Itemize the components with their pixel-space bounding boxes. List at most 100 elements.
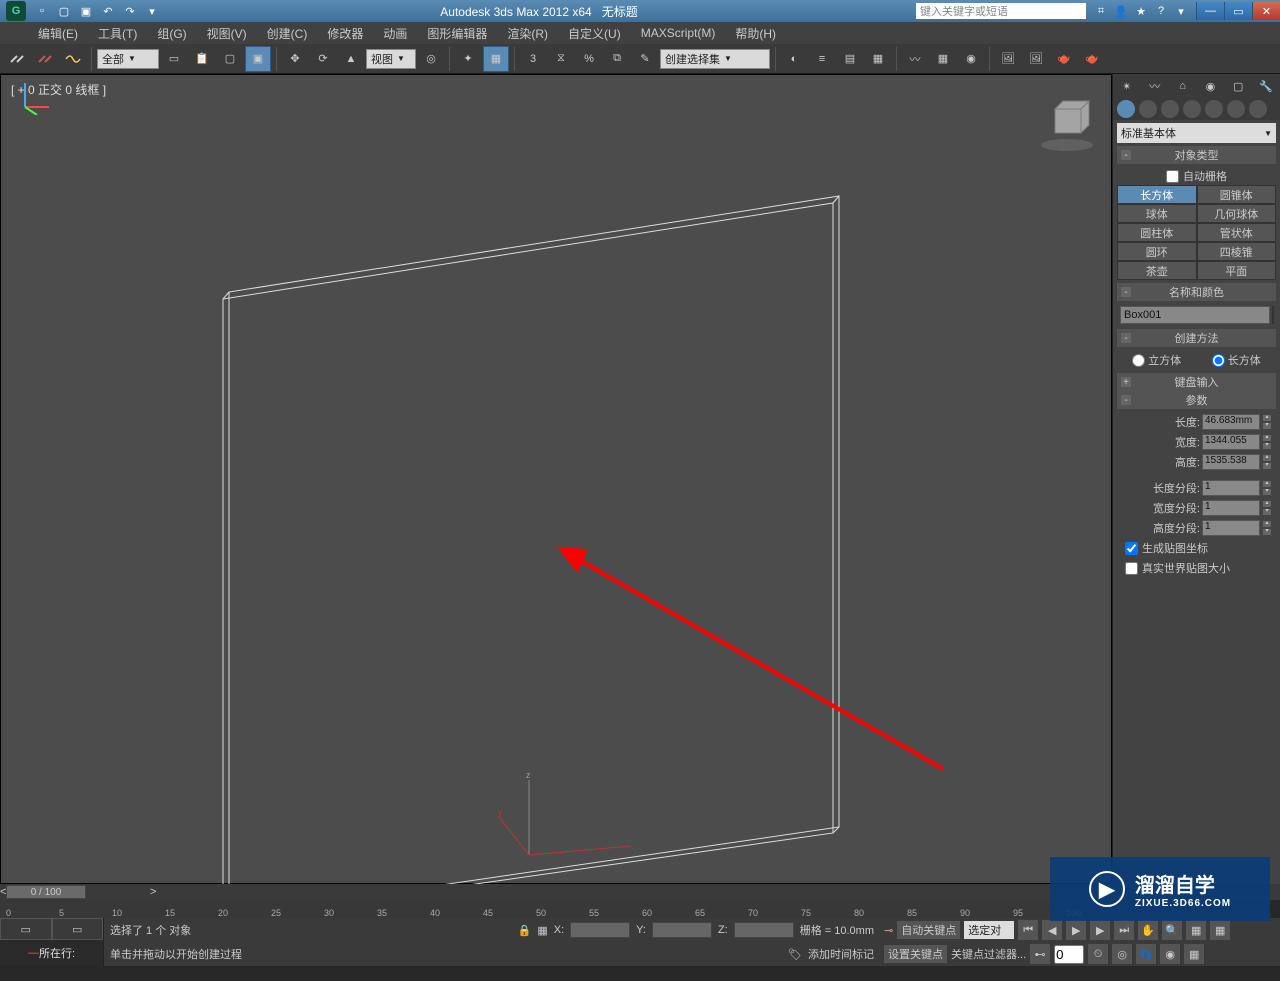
shapes-subtab-icon[interactable]	[1139, 100, 1157, 118]
graphite-icon[interactable]: ▦	[865, 46, 891, 72]
app-menu-icon[interactable]: G	[6, 1, 26, 21]
maximize-button[interactable]: ▭	[1224, 2, 1252, 20]
render-setup-icon[interactable]: 🖼	[995, 46, 1021, 72]
render-icon[interactable]: 🫖	[1051, 46, 1077, 72]
render-prod-icon[interactable]: 🫖	[1079, 46, 1105, 72]
curve-editor-icon[interactable]: 〰	[902, 46, 928, 72]
select-scale-icon[interactable]: ▲	[338, 46, 364, 72]
pivot-center-icon[interactable]: ◎	[418, 46, 444, 72]
qat-undo-icon[interactable]: ↶	[98, 2, 118, 20]
qat-new-icon[interactable]: ▫	[32, 2, 52, 20]
motion-tab-icon[interactable]: ◉	[1200, 76, 1220, 96]
viewcube[interactable]	[1037, 95, 1097, 155]
gen-mapping-checkbox[interactable]	[1125, 542, 1138, 555]
add-time-tag[interactable]: 添加时间标记	[808, 946, 874, 962]
helpers-subtab-icon[interactable]	[1205, 100, 1223, 118]
primitive-torus-button[interactable]: 圆环	[1117, 242, 1197, 261]
bind-space-warp-icon[interactable]	[60, 46, 86, 72]
keyboard-shortcut-icon[interactable]: ▦	[483, 46, 509, 72]
ref-coord-dropdown[interactable]: 视图▼	[366, 49, 416, 69]
nav-walk-icon[interactable]: 👣	[1136, 944, 1156, 964]
primitive-cone-button[interactable]: 圆锥体	[1197, 185, 1277, 204]
rollout-object-type[interactable]: -对象类型	[1117, 146, 1276, 164]
help-search-input[interactable]: 键入关键字或短语	[916, 3, 1086, 19]
rollout-name-color[interactable]: -名称和颜色	[1117, 283, 1276, 301]
lights-subtab-icon[interactable]	[1161, 100, 1179, 118]
menu-help[interactable]: 帮助(H)	[725, 25, 786, 42]
menu-tools[interactable]: 工具(T)	[88, 25, 147, 42]
menu-group[interactable]: 组(G)	[147, 25, 196, 42]
length-spinner[interactable]: 46.683mm	[1202, 414, 1260, 430]
cm-box-radio[interactable]: 长方体	[1212, 352, 1261, 368]
primitive-type-dropdown[interactable]: 标准基本体▼	[1117, 123, 1276, 143]
help-icon[interactable]: ?	[1152, 2, 1170, 20]
lock-icon[interactable]: 🔒	[518, 924, 532, 937]
nav-pan-icon[interactable]: ✋	[1138, 920, 1158, 940]
snap3-icon[interactable]: 3	[520, 46, 546, 72]
time-slider-thumb[interactable]: 0 / 100	[6, 885, 86, 899]
layers-icon[interactable]: ▤	[837, 46, 863, 72]
select-by-name-icon[interactable]: 📋	[189, 46, 215, 72]
rendered-frame-icon[interactable]: 🖼	[1023, 46, 1049, 72]
select-rect-icon[interactable]: ▢	[217, 46, 243, 72]
select-manip-icon[interactable]: ✦	[455, 46, 481, 72]
next-frame-icon[interactable]: ▶	[1090, 920, 1110, 940]
auto-key-button[interactable]: 自动关键点	[897, 921, 960, 939]
window-crossing-icon[interactable]: ▣	[245, 46, 271, 72]
close-button[interactable]: ✕	[1252, 2, 1280, 20]
nav-max-icon[interactable]: ▦	[1210, 920, 1230, 940]
schematic-icon[interactable]: ▦	[930, 46, 956, 72]
nav-field-icon[interactable]: ▦	[1186, 920, 1206, 940]
selection-filter-dropdown[interactable]: 全部▼	[97, 49, 159, 69]
cameras-subtab-icon[interactable]	[1183, 100, 1201, 118]
select-move-icon[interactable]: ✥	[282, 46, 308, 72]
material-icon[interactable]: ◉	[958, 46, 984, 72]
primitive-sphere-button[interactable]: 球体	[1117, 204, 1197, 223]
primitive-geosphere-button[interactable]: 几何球体	[1197, 204, 1277, 223]
primitive-pyramid-button[interactable]: 四棱锥	[1197, 242, 1277, 261]
spinner-snap-icon[interactable]: ⧉	[604, 46, 630, 72]
utilities-tab-icon[interactable]: 🔧	[1256, 76, 1276, 96]
menu-modifiers[interactable]: 修改器	[317, 25, 373, 42]
star-icon[interactable]: ★	[1132, 2, 1150, 20]
menu-graph-editors[interactable]: 图形编辑器	[417, 25, 497, 42]
hierarchy-tab-icon[interactable]: ⌂	[1173, 76, 1193, 96]
menu-animation[interactable]: 动画	[373, 25, 417, 42]
object-name-input[interactable]	[1120, 306, 1270, 324]
display-tab-icon[interactable]: ▢	[1228, 76, 1248, 96]
qat-save-icon[interactable]: ▣	[76, 2, 96, 20]
menu-rendering[interactable]: 渲染(R)	[497, 25, 558, 42]
edit-named-sel-icon[interactable]: ✎	[632, 46, 658, 72]
menu-create[interactable]: 创建(C)	[257, 25, 318, 42]
unlink-icon[interactable]	[32, 46, 58, 72]
wseg-spinner[interactable]: 1	[1202, 500, 1260, 516]
rollout-creation-method[interactable]: -创建方法	[1117, 329, 1276, 347]
maxscript-mini-icon[interactable]: ▭	[0, 918, 52, 940]
create-tab-icon[interactable]: ✴	[1117, 76, 1137, 96]
nav-orbit-icon[interactable]: ◎	[1112, 944, 1132, 964]
nav-max2-icon[interactable]: ▦	[1184, 944, 1204, 964]
goto-start-icon[interactable]: ⏮	[1018, 920, 1038, 940]
prev-frame-icon[interactable]: ◀	[1042, 920, 1062, 940]
modify-tab-icon[interactable]: 〰	[1145, 76, 1165, 96]
set-key-button[interactable]: 设置关键点	[884, 945, 947, 963]
grid-helper-icon[interactable]: ⌗	[1092, 2, 1110, 20]
select-object-icon[interactable]: ▭	[161, 46, 187, 72]
link-icon[interactable]	[4, 46, 30, 72]
cm-cube-radio[interactable]: 立方体	[1132, 352, 1181, 368]
qat-open-icon[interactable]: ▢	[54, 2, 74, 20]
viewport-label[interactable]: [ + 0 正交 0 线框 ]	[11, 81, 106, 98]
primitive-teapot-button[interactable]: 茶壶	[1117, 261, 1197, 280]
named-selection-dropdown[interactable]: 创建选择集▼	[660, 49, 770, 69]
auto-grid-checkbox[interactable]	[1166, 170, 1179, 183]
align-icon[interactable]: ≡	[809, 46, 835, 72]
mirror-icon[interactable]: ◐	[781, 46, 807, 72]
angle-snap-icon[interactable]: ⧖	[548, 46, 574, 72]
key-mode-icon[interactable]: ⊷	[1030, 944, 1050, 964]
qat-dropdown-icon[interactable]: ▾	[142, 2, 162, 20]
primitive-tube-button[interactable]: 管状体	[1197, 223, 1277, 242]
z-input[interactable]	[734, 922, 794, 938]
real-world-checkbox[interactable]	[1125, 562, 1138, 575]
tag-icon[interactable]: 🏷	[788, 948, 802, 961]
primitive-plane-button[interactable]: 平面	[1197, 261, 1277, 280]
